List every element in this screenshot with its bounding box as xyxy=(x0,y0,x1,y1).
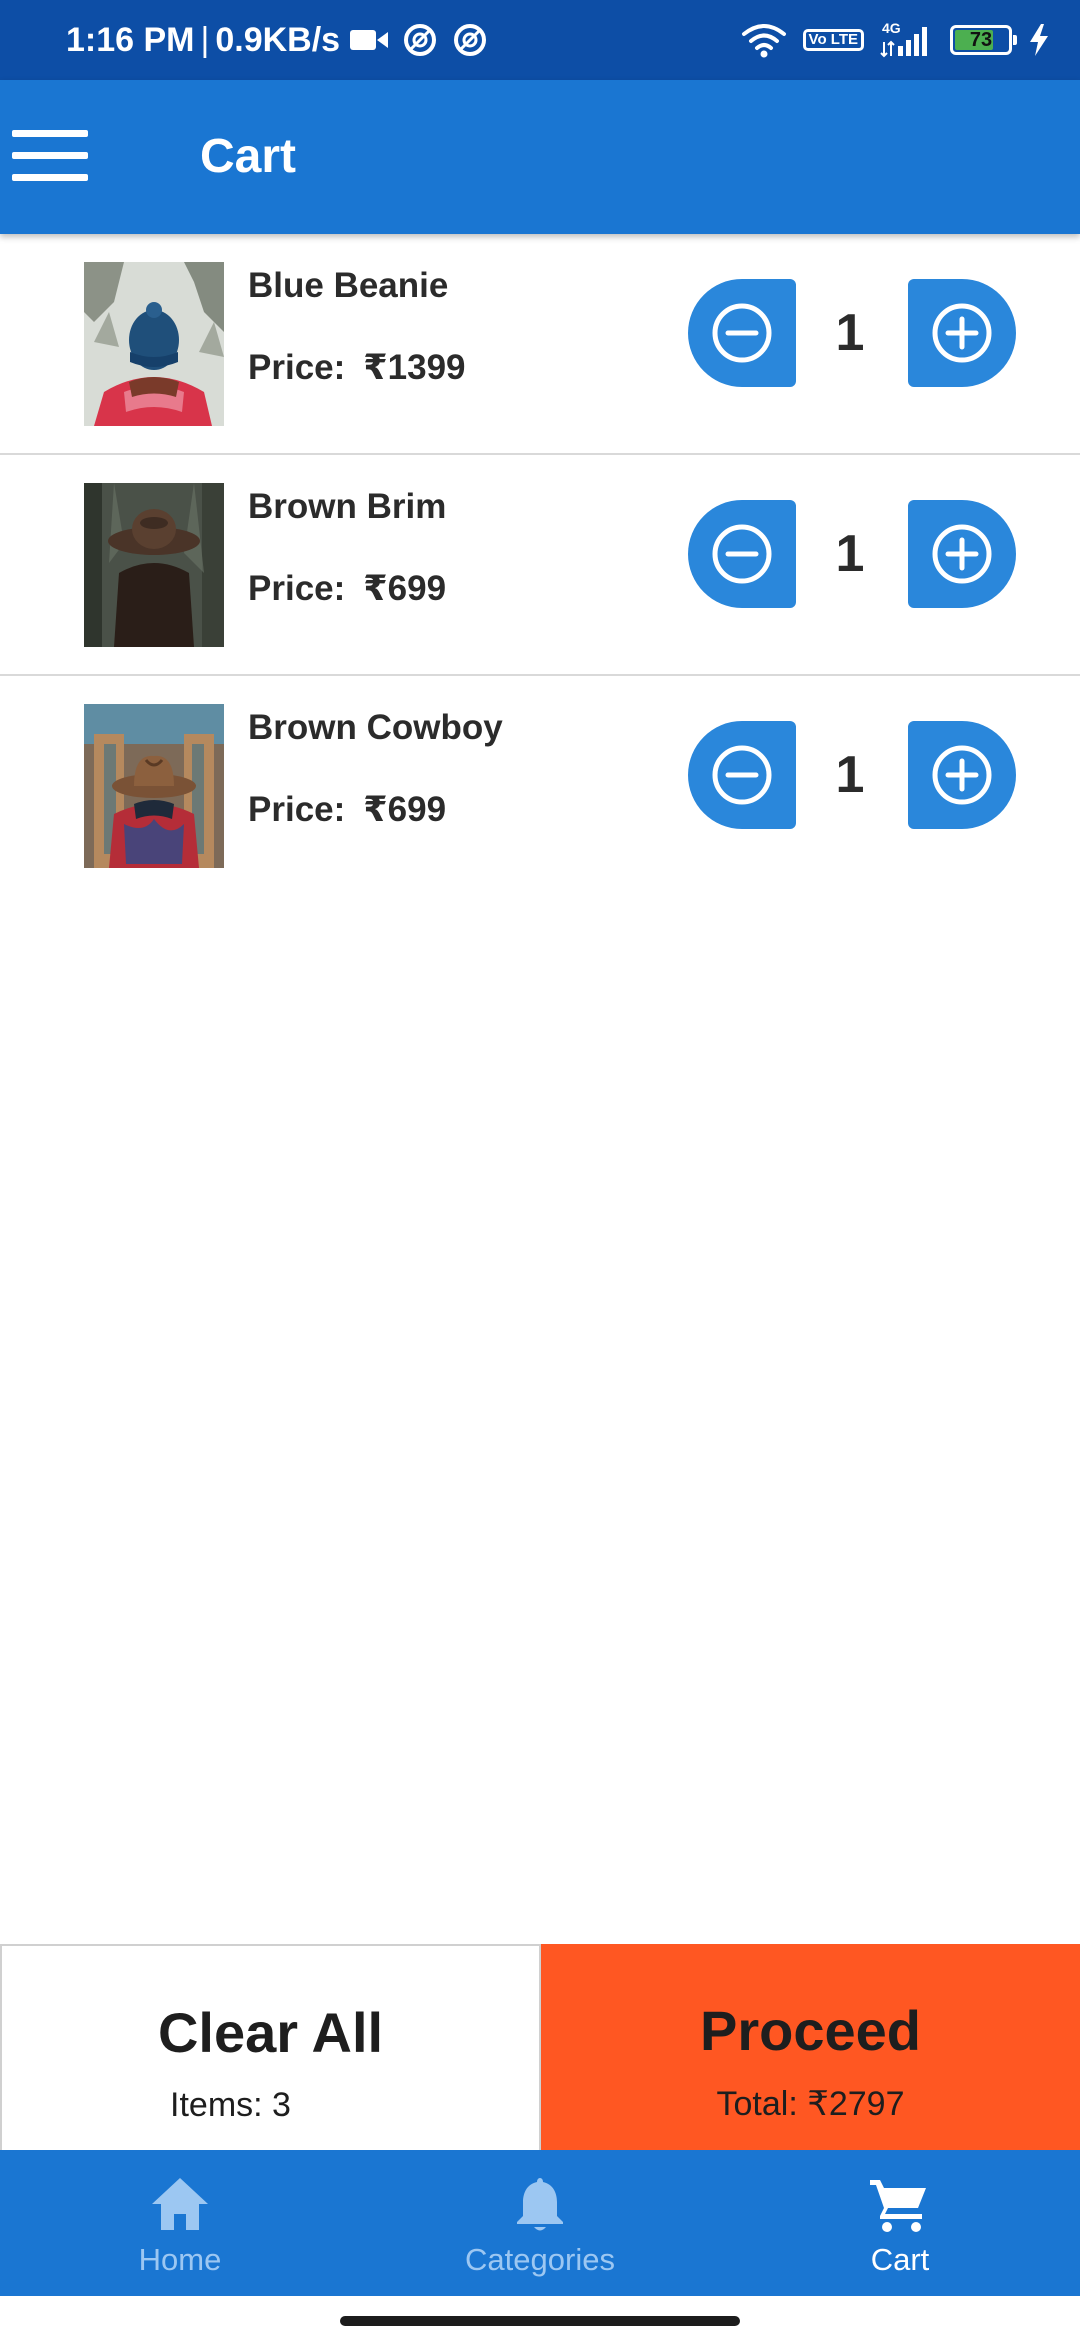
product-name: Brown Brim xyxy=(248,487,447,526)
status-time: 1:16 PM xyxy=(66,20,195,59)
product-name: Blue Beanie xyxy=(248,266,449,305)
decrease-quantity-button[interactable] xyxy=(688,500,796,608)
status-bar: 1:16 PM | 0.9KB/s Vo LTE 4G 73 xyxy=(0,0,1080,80)
plus-circle-icon xyxy=(932,524,992,584)
app-notification-icon xyxy=(454,24,487,56)
network-speed: 0.9KB/s xyxy=(215,20,341,59)
minus-circle-icon xyxy=(712,745,772,805)
page-title: Cart xyxy=(200,130,297,183)
proceed-label: Proceed xyxy=(700,1999,921,2062)
cart-item-brown-cowboy: Brown Cowboy Price: ₹699 1 xyxy=(0,676,1080,897)
cart-total: Total: ₹2797 xyxy=(716,2085,905,2123)
status-right: Vo LTE 4G 73 xyxy=(741,0,1050,80)
bell-icon xyxy=(517,2178,563,2231)
gesture-handle[interactable] xyxy=(340,2316,740,2326)
minus-circle-icon xyxy=(712,524,772,584)
quantity-value: 1 xyxy=(835,746,865,804)
nav-label: Cart xyxy=(870,2242,930,2277)
price-label: Price: xyxy=(248,569,346,608)
nav-item-cart[interactable]: Cart xyxy=(720,2150,1080,2296)
nav-label: Categories xyxy=(465,2242,615,2277)
clear-all-button[interactable]: Clear All Items: 3 xyxy=(0,1944,541,2150)
nav-label: Home xyxy=(138,2242,222,2277)
quantity-value: 1 xyxy=(835,304,865,362)
increase-quantity-button[interactable] xyxy=(908,279,1016,387)
app-notification-icon xyxy=(404,24,437,56)
product-price: Price: ₹699 xyxy=(248,569,446,609)
price-label: Price: xyxy=(248,348,346,387)
product-name: Brown Cowboy xyxy=(248,708,503,747)
plus-circle-icon xyxy=(932,745,992,805)
plus-circle-icon xyxy=(932,303,992,363)
gesture-area xyxy=(0,2296,1080,2340)
battery-level: 73 xyxy=(969,29,993,51)
app-bar: Cart xyxy=(0,80,1080,234)
nav-item-categories[interactable]: Categories xyxy=(360,2150,720,2296)
price-value: ₹699 xyxy=(363,790,447,829)
cart-icon xyxy=(870,2180,926,2232)
cart-item-blue-beanie: Blue Beanie Price: ₹1399 1 xyxy=(0,234,1080,455)
charging-icon xyxy=(1030,24,1048,56)
nav-item-home[interactable]: Home xyxy=(0,2150,360,2296)
cart-actions: Clear All Items: 3 Proceed Total: ₹2797 xyxy=(0,1944,1080,2150)
product-price: Price: ₹699 xyxy=(248,790,446,830)
increase-quantity-button[interactable] xyxy=(908,500,1016,608)
increase-quantity-button[interactable] xyxy=(908,721,1016,829)
battery-icon: 73 xyxy=(950,25,1017,55)
items-count: Items: 3 xyxy=(170,2086,291,2124)
video-camera-icon xyxy=(350,30,389,50)
clear-all-label: Clear All xyxy=(157,2001,384,2064)
price-value: ₹699 xyxy=(363,569,447,608)
quantity-value: 1 xyxy=(835,525,865,583)
price-label: Price: xyxy=(248,790,346,829)
volte-icon: Vo LTE xyxy=(802,29,864,51)
price-value: ₹1399 xyxy=(363,348,466,387)
status-notification-icons xyxy=(350,22,488,58)
decrease-quantity-button[interactable] xyxy=(688,279,796,387)
cart-item-brown-brim: Brown Brim Price: ₹699 1 xyxy=(0,455,1080,676)
decrease-quantity-button[interactable] xyxy=(688,721,796,829)
product-image-blue-beanie xyxy=(84,262,224,426)
bottom-navigation: Home Categories Cart xyxy=(0,2150,1080,2296)
product-image-brown-cowboy xyxy=(84,704,224,868)
proceed-button[interactable]: Proceed Total: ₹2797 xyxy=(541,1944,1080,2150)
status-separator: | xyxy=(200,20,210,59)
wifi-icon xyxy=(741,24,786,58)
product-price: Price: ₹1399 xyxy=(248,348,466,388)
hamburger-menu-icon[interactable] xyxy=(12,130,88,184)
home-icon xyxy=(152,2178,208,2230)
signal-icon: 4G xyxy=(880,20,934,58)
cart-list: Blue Beanie Price: ₹1399 1 Brown Brim Pr… xyxy=(0,234,1080,897)
product-image-brown-brim xyxy=(84,483,224,647)
minus-circle-icon xyxy=(712,303,772,363)
status-left: 1:16 PM | 0.9KB/s xyxy=(66,0,488,80)
